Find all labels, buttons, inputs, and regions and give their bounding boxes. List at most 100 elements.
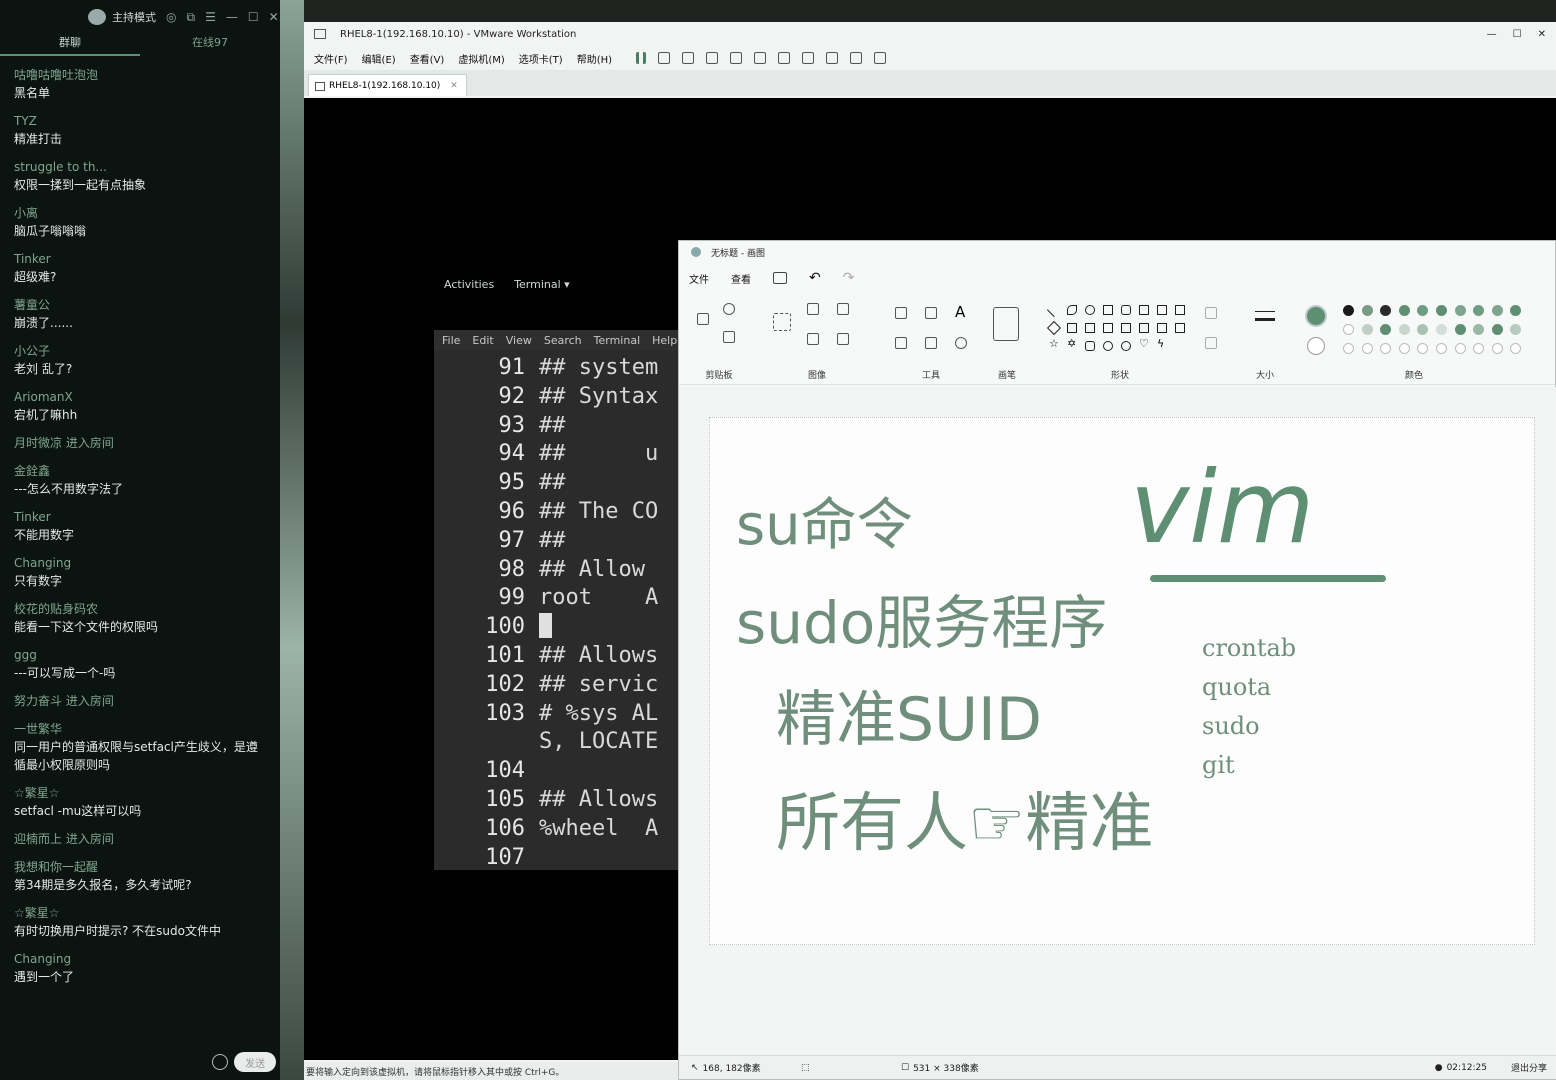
emoji-icon[interactable] <box>212 1054 228 1070</box>
pause-icon[interactable] <box>636 52 647 64</box>
palette-color-swatch[interactable] <box>1510 343 1522 354</box>
left-arrow-shape-icon[interactable] <box>1121 323 1131 333</box>
chat-username[interactable]: TYZ <box>14 112 280 130</box>
palette-color-swatch[interactable] <box>1436 324 1447 335</box>
term-menu-search[interactable]: Search <box>544 334 582 347</box>
callout-rect-shape-icon[interactable] <box>1085 341 1095 351</box>
chat-username[interactable]: ☆繁星☆ <box>14 784 280 802</box>
star6-shape-icon[interactable]: ✡ <box>1067 337 1076 350</box>
palette-color-swatch[interactable] <box>1510 305 1522 316</box>
palette-color-swatch[interactable] <box>1398 343 1410 354</box>
brush-icon[interactable] <box>993 307 1019 341</box>
minimize-icon[interactable]: — <box>226 10 238 24</box>
chat-username[interactable]: 校花的贴身码农 <box>14 600 280 618</box>
crop-icon[interactable] <box>807 303 819 315</box>
palette-color-swatch[interactable] <box>1454 324 1466 335</box>
rectangle-shape-icon[interactable] <box>1103 305 1113 315</box>
chat-username[interactable]: 迎楠而上 进入房间 <box>14 830 280 848</box>
undo-icon[interactable]: ↶ <box>809 270 821 286</box>
star5-shape-icon[interactable]: ☆ <box>1049 337 1059 350</box>
line-shape-icon[interactable] <box>1046 302 1062 318</box>
flip-icon[interactable] <box>837 333 849 345</box>
palette-color-swatch[interactable] <box>1398 324 1410 335</box>
fullscreen-icon[interactable] <box>802 52 815 64</box>
text-tool-icon[interactable]: A <box>955 303 965 321</box>
oval-shape-icon[interactable] <box>1085 305 1095 315</box>
tab-online[interactable]: 在线97 <box>140 34 280 56</box>
copy-icon[interactable] <box>723 331 735 343</box>
tab-group-chat[interactable]: 群聊 <box>0 34 140 56</box>
snapshot-manager-icon[interactable] <box>730 52 743 64</box>
stretch-icon[interactable] <box>874 52 887 64</box>
palette-color-swatch[interactable] <box>1491 324 1503 335</box>
sidebar-toggle-icon[interactable] <box>754 52 767 64</box>
exit-share-button[interactable]: 退出分享 <box>1511 1061 1547 1074</box>
menu-file[interactable]: 文件(F) <box>314 51 348 66</box>
lightning-shape-icon[interactable]: ϟ <box>1157 337 1164 350</box>
chat-username[interactable]: 我想和你一起醒 <box>14 858 280 876</box>
redo-icon[interactable]: ↷ <box>843 270 855 286</box>
up-arrow-shape-icon[interactable] <box>1139 323 1149 333</box>
heart-shape-icon[interactable]: ♡ <box>1139 337 1149 350</box>
palette-color-swatch[interactable] <box>1436 343 1447 354</box>
paste-icon[interactable] <box>697 313 709 325</box>
send-keys-icon[interactable] <box>658 52 671 64</box>
activities-button[interactable]: Activities <box>444 278 494 291</box>
maximize-icon[interactable]: ☐ <box>248 10 259 24</box>
vm-maximize-icon[interactable]: ☐ <box>1513 29 1522 40</box>
eraser-icon[interactable] <box>895 337 907 349</box>
palette-color-swatch[interactable] <box>1473 305 1485 316</box>
polygon-shape-icon[interactable] <box>1139 305 1149 315</box>
fill-style-icon[interactable] <box>1205 337 1217 349</box>
palette-color-swatch[interactable] <box>1436 305 1447 316</box>
menu-icon[interactable]: ☰ <box>205 10 216 24</box>
chat-username[interactable]: 小离 <box>14 204 280 222</box>
curve-shape-icon[interactable] <box>1067 305 1077 315</box>
chat-username[interactable]: AriomanX <box>14 388 280 406</box>
resize-icon[interactable] <box>807 333 819 345</box>
term-menu-help[interactable]: Help <box>652 334 677 347</box>
vm-minimize-icon[interactable]: — <box>1487 29 1497 40</box>
chat-username[interactable]: ☆繁星☆ <box>14 904 280 922</box>
callout-oval-shape-icon[interactable] <box>1103 341 1113 351</box>
chat-username[interactable]: 努力奋斗 进入房间 <box>14 692 280 710</box>
hexagon-shape-icon[interactable] <box>1085 323 1095 333</box>
right-arrow-shape-icon[interactable] <box>1103 323 1113 333</box>
term-menu-terminal[interactable]: Terminal <box>594 334 641 347</box>
menu-vm[interactable]: 虚拟机(M) <box>458 51 504 66</box>
vm-tab-close-icon[interactable]: ✕ <box>450 81 458 91</box>
save-icon[interactable] <box>773 272 787 284</box>
rounded-rect-shape-icon[interactable] <box>1121 305 1131 315</box>
menu-edit[interactable]: 编辑(E) <box>362 51 396 66</box>
down-arrow-shape-icon[interactable] <box>1157 323 1167 333</box>
menu-help[interactable]: 帮助(H) <box>577 51 612 66</box>
pentagon-shape-icon[interactable] <box>1067 323 1077 333</box>
term-menu-view[interactable]: View <box>506 334 532 347</box>
console-icon[interactable] <box>850 52 863 64</box>
diamond-shape-icon[interactable] <box>1046 320 1062 336</box>
primary-color[interactable] <box>1305 305 1327 327</box>
palette-color-swatch[interactable] <box>1417 324 1429 335</box>
snapshot-icon[interactable] <box>682 52 695 64</box>
select-icon[interactable] <box>773 313 791 331</box>
pencil-icon[interactable] <box>895 307 907 319</box>
chat-username[interactable]: struggle to th... <box>14 158 280 176</box>
palette-color-swatch[interactable] <box>1510 324 1522 335</box>
right-triangle-shape-icon[interactable] <box>1175 305 1185 315</box>
star4-shape-icon[interactable] <box>1175 323 1185 333</box>
palette-color-swatch[interactable] <box>1361 343 1373 354</box>
triangle-shape-icon[interactable] <box>1157 305 1167 315</box>
callout-cloud-shape-icon[interactable] <box>1121 341 1131 351</box>
vm-tab[interactable]: RHEL8-1(192.168.10.10) ✕ <box>308 74 467 96</box>
chat-username[interactable]: Changing <box>14 554 280 572</box>
chat-username[interactable]: 小公子 <box>14 342 280 360</box>
palette-color-swatch[interactable] <box>1398 305 1410 316</box>
term-menu-edit[interactable]: Edit <box>472 334 493 347</box>
menu-tabs[interactable]: 选项卡(T) <box>519 51 563 66</box>
cut-icon[interactable] <box>723 303 735 315</box>
size-icon[interactable] <box>1255 311 1275 321</box>
terminal-app-menu[interactable]: Terminal ▾ <box>514 278 570 291</box>
palette-color-swatch[interactable] <box>1343 324 1354 335</box>
palette-color-swatch[interactable] <box>1473 324 1485 335</box>
menu-view[interactable]: 查看(V) <box>410 51 445 66</box>
